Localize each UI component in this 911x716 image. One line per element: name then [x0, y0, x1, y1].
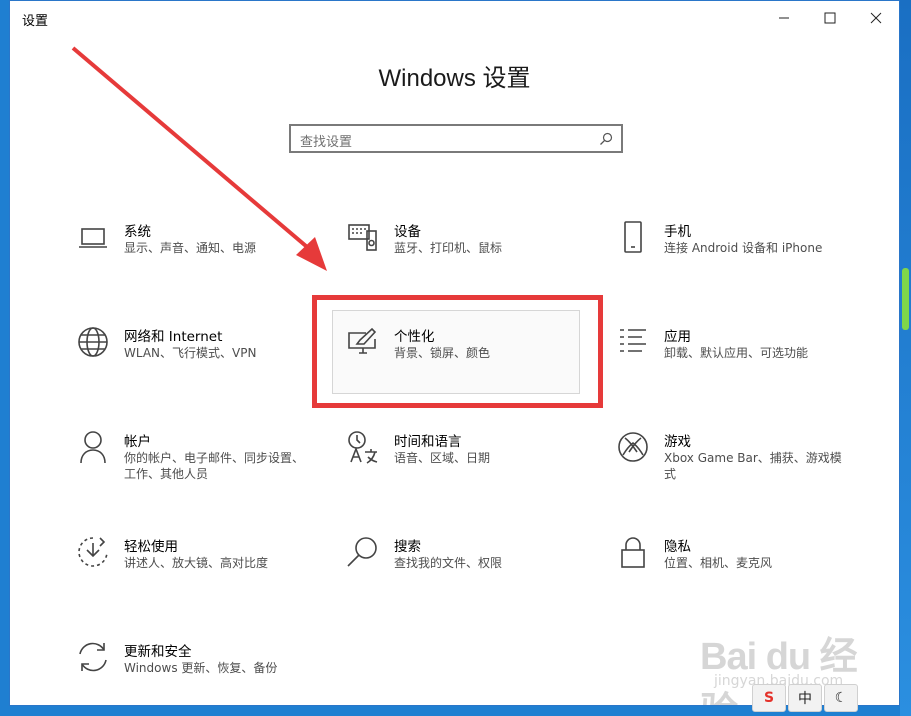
search-placeholder: 查找设置 [300, 135, 353, 150]
apps-list-icon [616, 325, 650, 359]
window-title: 设置 [22, 14, 49, 29]
tile-apps[interactable]: 应用 卸载、默认应用、可选功能 [616, 325, 866, 389]
tile-title: 系统 [124, 224, 151, 240]
search-magnifier-icon [346, 535, 380, 569]
title-bar: 设置 [10, 1, 899, 35]
tile-description: Windows 更新、恢复、备份 [124, 661, 278, 675]
search-icon [600, 132, 613, 145]
desktop-background [900, 0, 911, 716]
tile-system[interactable]: 系统 显示、声音、通知、电源 [76, 220, 326, 284]
tile-description: 卸载、默认应用、可选功能 [664, 346, 809, 360]
ease-of-access-icon [76, 535, 110, 569]
tile-time-language[interactable]: 时间和语言 语音、区域、日期 [346, 430, 596, 494]
tile-title: 帐户 [124, 434, 151, 450]
globe-icon [76, 325, 110, 359]
close-icon [870, 12, 882, 24]
tile-title: 手机 [664, 224, 691, 240]
annotation-highlight-frame [312, 295, 603, 408]
minimize-icon [779, 17, 789, 19]
moon-icon[interactable]: ☾ [824, 684, 858, 712]
tile-description: 位置、相机、麦克风 [664, 556, 773, 570]
close-button[interactable] [853, 1, 899, 35]
baidu-watermark: Bai du 经验 jingyan.baidu.com [700, 613, 890, 705]
tile-title: 网络和 Internet [124, 329, 223, 345]
tile-title: 隐私 [664, 539, 691, 555]
tile-description: WLAN、飞行模式、VPN [124, 346, 257, 360]
tile-description: 查找我的文件、权限 [394, 556, 503, 570]
tile-devices[interactable]: 设备 蓝牙、打印机、鼠标 [346, 220, 596, 284]
tile-description: 显示、声音、通知、电源 [124, 241, 257, 255]
person-icon [76, 430, 110, 464]
xbox-icon [616, 430, 650, 464]
tile-title: 搜索 [394, 539, 421, 555]
time-language-icon [346, 430, 380, 464]
phone-icon [616, 220, 650, 254]
tile-title: 设备 [394, 224, 421, 240]
devices-icon [346, 220, 380, 254]
tile-title: 游戏 [664, 434, 691, 450]
tile-description: 语音、区域、日期 [394, 451, 491, 465]
side-widget-tab[interactable] [902, 268, 909, 330]
tile-update-security[interactable]: 更新和安全 Windows 更新、恢复、备份 [76, 640, 326, 704]
sogou-icon[interactable]: S [752, 684, 786, 712]
tile-gaming[interactable]: 游戏 Xbox Game Bar、捕获、游戏模式 [616, 430, 866, 494]
tile-title: 更新和安全 [124, 644, 192, 660]
ime-toolbar: S 中 ☾ [752, 684, 862, 716]
maximize-button[interactable] [807, 1, 853, 35]
tile-description: 你的帐户、电子邮件、同步设置、工作、其他人员 [124, 451, 305, 481]
tile-title: 时间和语言 [394, 434, 462, 450]
tile-ease-of-access[interactable]: 轻松使用 讲述人、放大镜、高对比度 [76, 535, 326, 599]
tile-network[interactable]: 网络和 Internet WLAN、飞行模式、VPN [76, 325, 326, 389]
page-title: Windows 设置 [378, 65, 531, 92]
tile-accounts[interactable]: 帐户 你的帐户、电子邮件、同步设置、工作、其他人员 [76, 430, 326, 494]
laptop-icon [76, 220, 110, 254]
tile-title: 应用 [664, 329, 691, 345]
search-input[interactable]: 查找设置 [289, 124, 623, 153]
tile-title: 轻松使用 [124, 539, 178, 555]
minimize-button[interactable] [761, 1, 807, 35]
sync-icon [76, 640, 110, 674]
language-toggle[interactable]: 中 [788, 684, 822, 712]
tile-privacy[interactable]: 隐私 位置、相机、麦克风 [616, 535, 866, 599]
maximize-icon [824, 12, 836, 24]
settings-window: 设置 Windows 设置 查找设置 系统 显示、声音、通知、电源 设备 蓝牙、 [9, 0, 900, 706]
lock-icon [616, 535, 650, 569]
tile-description: Xbox Game Bar、捕获、游戏模式 [664, 451, 842, 481]
tile-phone[interactable]: 手机 连接 Android 设备和 iPhone [616, 220, 866, 284]
tile-description: 蓝牙、打印机、鼠标 [394, 241, 503, 255]
tile-search[interactable]: 搜索 查找我的文件、权限 [346, 535, 596, 599]
tile-description: 连接 Android 设备和 iPhone [664, 241, 823, 255]
tile-description: 讲述人、放大镜、高对比度 [124, 556, 269, 570]
